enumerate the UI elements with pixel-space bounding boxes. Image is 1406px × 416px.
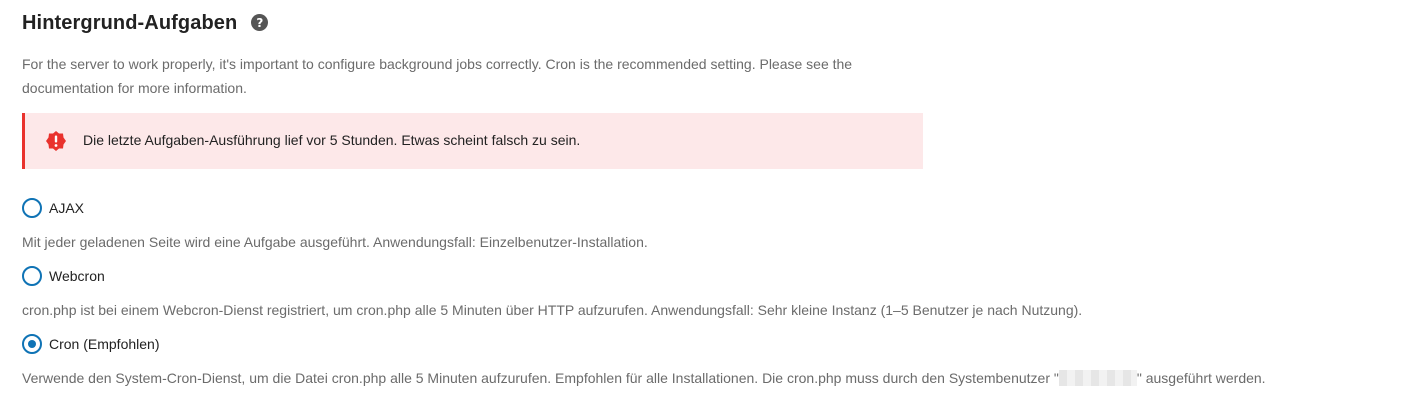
error-alert: Die letzte Aufgaben-Ausführung lief vor …: [22, 113, 923, 169]
radio-cron[interactable]: [22, 334, 42, 354]
option-webcron[interactable]: Webcron: [22, 266, 105, 286]
option-cron-label: Cron (Empfohlen): [49, 336, 160, 352]
radio-ajax[interactable]: [22, 198, 42, 218]
redacted-username: [1058, 370, 1137, 386]
question-circle-icon[interactable]: ?: [251, 14, 269, 31]
heading-row: Hintergrund-Aufgaben ?: [22, 12, 269, 35]
option-ajax-label: AJAX: [49, 200, 85, 216]
option-ajax[interactable]: AJAX: [22, 198, 84, 218]
alert-message: Die letzte Aufgaben-Ausführung lief vor …: [83, 132, 581, 148]
error-badge-icon: [46, 131, 66, 151]
option-webcron-description: cron.php ist bei einem Webcron-Dienst re…: [22, 302, 1083, 318]
option-webcron-label: Webcron: [49, 268, 105, 284]
section-title: Hintergrund-Aufgaben: [22, 12, 238, 34]
option-cron[interactable]: Cron (Empfohlen): [22, 334, 160, 354]
section-description: For the server to work properly, it's im…: [22, 56, 853, 96]
cron-description-end: " ausgeführt werden.: [1136, 370, 1266, 386]
option-ajax-description: Mit jeder geladenen Seite wird eine Aufg…: [22, 234, 648, 250]
background-jobs-section: Hintergrund-Aufgaben ? For the server to…: [0, 0, 1406, 416]
radio-webcron[interactable]: [22, 266, 42, 286]
cron-description-start: Verwende den System-Cron-Dienst, um die …: [22, 370, 1059, 386]
option-cron-description: Verwende den System-Cron-Dienst, um die …: [22, 370, 1266, 386]
